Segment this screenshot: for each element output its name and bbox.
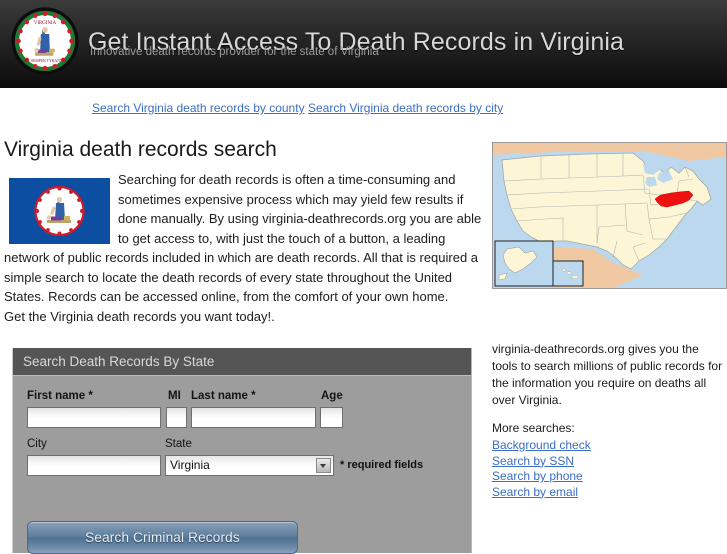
svg-text:SIC SEMPER TYRANNIS: SIC SEMPER TYRANNIS [24, 59, 66, 63]
age-label: Age [321, 390, 343, 402]
sidebar-link-search-by-phone[interactable]: Search by phone [492, 469, 724, 485]
age-input[interactable] [320, 407, 343, 428]
state-select[interactable]: Virginia [165, 455, 334, 476]
first-name-input[interactable] [27, 407, 161, 428]
city-label: City [27, 438, 47, 450]
search-form-panel: Search Death Records By State First name… [12, 348, 472, 554]
last-name-input[interactable] [191, 407, 316, 428]
virginia-state-flag-icon [9, 178, 110, 244]
primary-nav: Search Virginia death records by county … [0, 88, 727, 126]
site-header: VIRGINIA SIC SEMPER TYRANNIS Get Instant… [0, 0, 727, 88]
us-map-virginia-highlighted [492, 142, 727, 289]
state-label: State [165, 438, 192, 450]
virginia-state-seal-icon: VIRGINIA SIC SEMPER TYRANNIS [11, 7, 79, 75]
first-name-label: First name * [27, 390, 93, 402]
sidebar-link-search-by-email[interactable]: Search by email [492, 485, 724, 501]
sidebar-link-search-by-ssn[interactable]: Search by SSN [492, 454, 724, 470]
main-heading: Virginia death records search [4, 138, 277, 161]
chevron-down-icon[interactable] [316, 458, 331, 473]
sidebar-more-label: More searches: [492, 421, 575, 435]
state-select-value: Virginia [170, 458, 210, 472]
mi-label: MI [168, 390, 181, 402]
form-panel-title: Search Death Records By State [13, 348, 471, 376]
nav-link-search-by-county[interactable]: Search Virginia death records by county [92, 101, 305, 115]
intro-closing: Get the Virginia death records you want … [4, 308, 275, 324]
svg-text:VIRGINIA: VIRGINIA [34, 21, 57, 26]
search-criminal-records-button[interactable]: Search Criminal Records [27, 521, 298, 554]
sidebar: virginia-deathrecords.org gives you the … [492, 341, 724, 500]
mi-input[interactable] [166, 407, 187, 428]
header-subtitle: Innovative death records provider for th… [90, 46, 379, 58]
sidebar-description: virginia-deathrecords.org gives you the … [492, 342, 723, 407]
last-name-label: Last name * [191, 390, 256, 402]
nav-link-search-by-city[interactable]: Search Virginia death records by city [308, 101, 503, 115]
sidebar-link-background-check[interactable]: Background check [492, 438, 724, 454]
required-fields-note: * required fields [340, 459, 424, 471]
city-input[interactable] [27, 455, 161, 476]
